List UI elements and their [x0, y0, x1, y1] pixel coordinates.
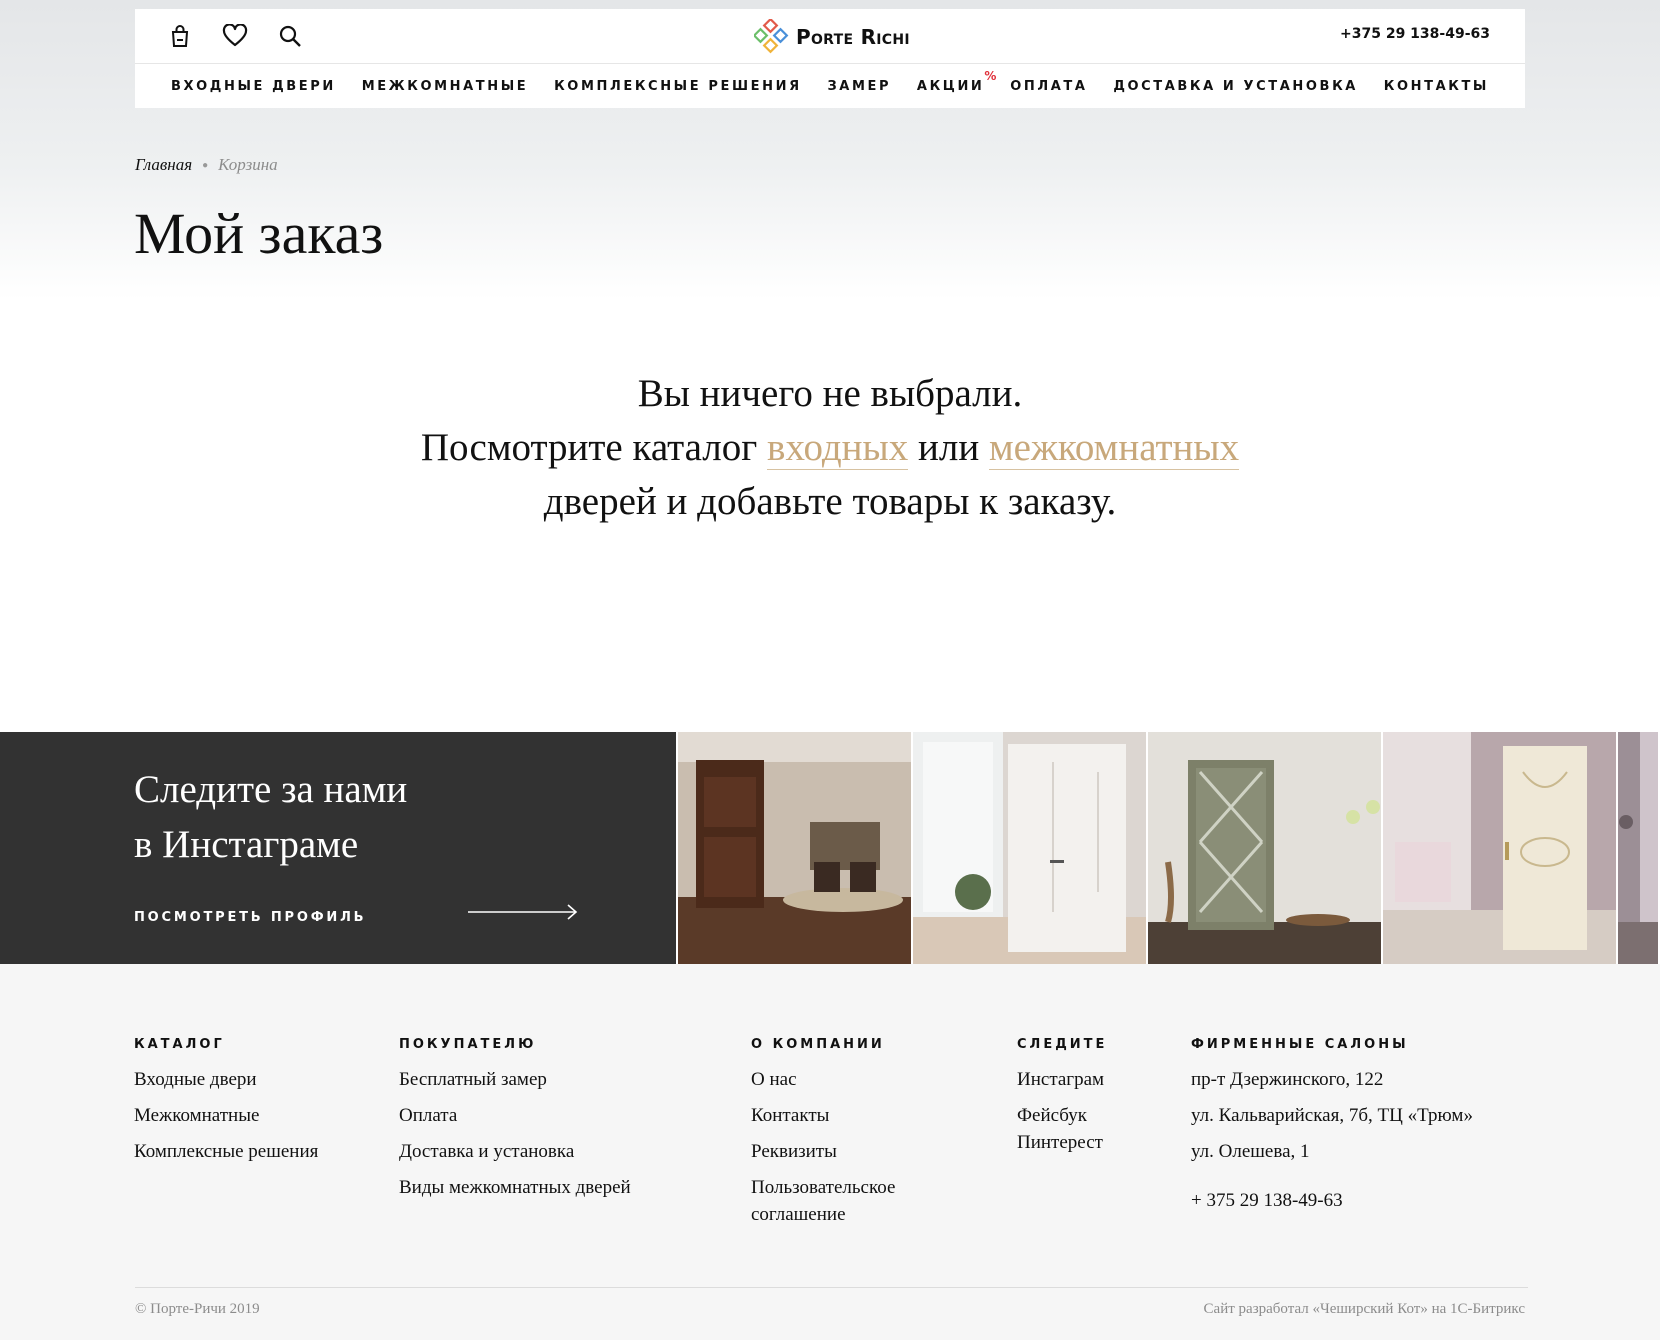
instagram-title-line2: в Инстаграме [134, 823, 359, 866]
footer-catalog-heading: КАТАЛОГ [134, 1037, 225, 1052]
footer-catalog: КАТАЛОГ Входные двери Межкомнатные Компл… [134, 1037, 318, 1174]
footer-link-complex-solutions[interactable]: Комплексные решения [134, 1138, 318, 1165]
site-footer: КАТАЛОГ Входные двери Межкомнатные Компл… [0, 964, 1660, 1340]
footer-link-entrance-doors[interactable]: Входные двери [134, 1066, 318, 1093]
footer-phone[interactable]: + 375 29 138-49-63 [1191, 1187, 1473, 1214]
view-profile-link[interactable]: ПОСМОТРЕТЬ ПРОФИЛЬ [134, 910, 366, 925]
footer-follow-heading: СЛЕДИТЕ [1017, 1037, 1108, 1052]
footer-buyer-heading: ПОКУПАТЕЛЮ [399, 1037, 537, 1052]
interior-doors-link[interactable]: межкомнатных [988, 426, 1240, 470]
nav-complex-solutions[interactable]: КОМПЛЕКСНЫЕ РЕШЕНИЯ [554, 79, 802, 94]
instagram-title: Следите за нами в Инстаграме [134, 762, 407, 872]
page-title: Мой заказ [134, 201, 384, 266]
instagram-photo[interactable] [1618, 732, 1658, 964]
nav-measurement[interactable]: ЗАМЕР [827, 79, 891, 94]
footer-link-free-measurement[interactable]: Бесплатный замер [399, 1066, 631, 1093]
header-phone[interactable]: +375 29 138-49-63 [1340, 26, 1490, 42]
footer-link-contacts[interactable]: Контакты [751, 1102, 941, 1129]
nav-entrance-doors[interactable]: ВХОДНЫЕ ДВЕРИ [171, 79, 336, 94]
site-logo[interactable]: Porte Richi [754, 18, 910, 56]
site-header: Porte Richi +375 29 138-49-63 ВХОДНЫЕ ДВ… [135, 9, 1525, 108]
footer-link-requisites[interactable]: Реквизиты [751, 1138, 941, 1165]
breadcrumb-home[interactable]: Главная [135, 155, 192, 175]
empty-cart-line2: Посмотрите каталог входных или межкомнат… [230, 421, 1430, 475]
footer-link-facebook[interactable]: Фейсбук [1017, 1102, 1137, 1129]
breadcrumb: Главная ● Корзина [135, 155, 278, 175]
instagram-promo: Следите за нами в Инстаграме ПОСМОТРЕТЬ … [0, 732, 676, 964]
copyright: © Порте-Ричи 2019 [135, 1301, 260, 1317]
salon-address: ул. Кальварийская, 7б, ТЦ «Трюм» [1191, 1105, 1473, 1126]
main-nav: ВХОДНЫЕ ДВЕРИ МЕЖКОМНАТНЫЕ КОМПЛЕКСНЫЕ Р… [135, 64, 1525, 108]
instagram-photo[interactable] [913, 732, 1146, 964]
footer-salons-heading: ФИРМЕННЫЕ САЛОНЫ [1191, 1037, 1409, 1052]
breadcrumb-current: Корзина [218, 155, 278, 174]
search-icon[interactable] [276, 22, 304, 50]
footer-follow: СЛЕДИТЕ Инстаграм Фейсбук Пинтерест [1017, 1037, 1137, 1165]
heart-icon[interactable] [221, 22, 249, 50]
salon-address: пр-т Дзержинского, 122 [1191, 1069, 1384, 1090]
instagram-photos [676, 732, 1658, 964]
nav-contacts[interactable]: КОНТАКТЫ [1384, 79, 1489, 94]
footer-salons: ФИРМЕННЫЕ САЛОНЫ пр-т Дзержинского, 122 … [1191, 1037, 1473, 1223]
footer-link-payment[interactable]: Оплата [399, 1102, 631, 1129]
nav-promotions[interactable]: АКЦИИ% [916, 69, 997, 94]
arrow-right-icon[interactable] [468, 902, 580, 922]
entrance-doors-link[interactable]: входных [767, 426, 909, 470]
instagram-photo[interactable] [1383, 732, 1616, 964]
nav-delivery[interactable]: ДОСТАВКА И УСТАНОВКА [1113, 79, 1358, 94]
footer-link-about[interactable]: О нас [751, 1066, 941, 1093]
developer-credits[interactable]: Сайт разработал «Чеширский Кот» на 1С-Би… [1204, 1301, 1525, 1318]
instagram-band: Следите за нами в Инстаграме ПОСМОТРЕТЬ … [0, 732, 1660, 964]
salon-address: ул. Олешева, 1 [1191, 1141, 1310, 1162]
footer-company-heading: О КОМПАНИИ [751, 1037, 885, 1052]
footer-link-instagram[interactable]: Инстаграм [1017, 1066, 1137, 1093]
empty-cart-line2-pre: Посмотрите каталог [420, 426, 768, 469]
footer-buyer: ПОКУПАТЕЛЮ Бесплатный замер Оплата Доста… [399, 1037, 631, 1210]
empty-cart-line3: дверей и добавьте товары к заказу. [543, 480, 1117, 523]
empty-cart-message: Вы ничего не выбрали. Посмотрите каталог… [230, 367, 1430, 529]
footer-link-pinterest[interactable]: Пинтерест [1017, 1129, 1137, 1156]
footer-divider [135, 1287, 1528, 1288]
instagram-title-line1: Следите за нами [134, 768, 408, 811]
instagram-photo[interactable] [1148, 732, 1381, 964]
logo-mark-icon [754, 19, 789, 54]
empty-cart-line2-mid: или [908, 426, 989, 469]
empty-cart-line1: Вы ничего не выбрали. [637, 372, 1023, 415]
nav-promotions-label: АКЦИИ [916, 78, 985, 94]
nav-payment[interactable]: ОПЛАТА [1010, 79, 1087, 94]
cart-icon[interactable] [166, 22, 194, 50]
footer-link-interior-doors[interactable]: Межкомнатные [134, 1102, 318, 1129]
footer-company: О КОМПАНИИ О нас Контакты Реквизиты Поль… [751, 1037, 941, 1237]
footer-link-door-types[interactable]: Виды межкомнатных дверей [399, 1174, 631, 1201]
breadcrumb-separator: ● [202, 159, 209, 171]
header-topbar: Porte Richi +375 29 138-49-63 [135, 9, 1525, 64]
nav-interior-doors[interactable]: МЕЖКОМНАТНЫЕ [362, 79, 529, 94]
footer-link-user-agreement[interactable]: Пользовательское соглашение [751, 1174, 941, 1228]
footer-link-delivery[interactable]: Доставка и установка [399, 1138, 631, 1165]
instagram-photo[interactable] [678, 732, 911, 964]
promo-badge: % [984, 68, 997, 83]
logo-text: Porte Richi [796, 25, 910, 49]
